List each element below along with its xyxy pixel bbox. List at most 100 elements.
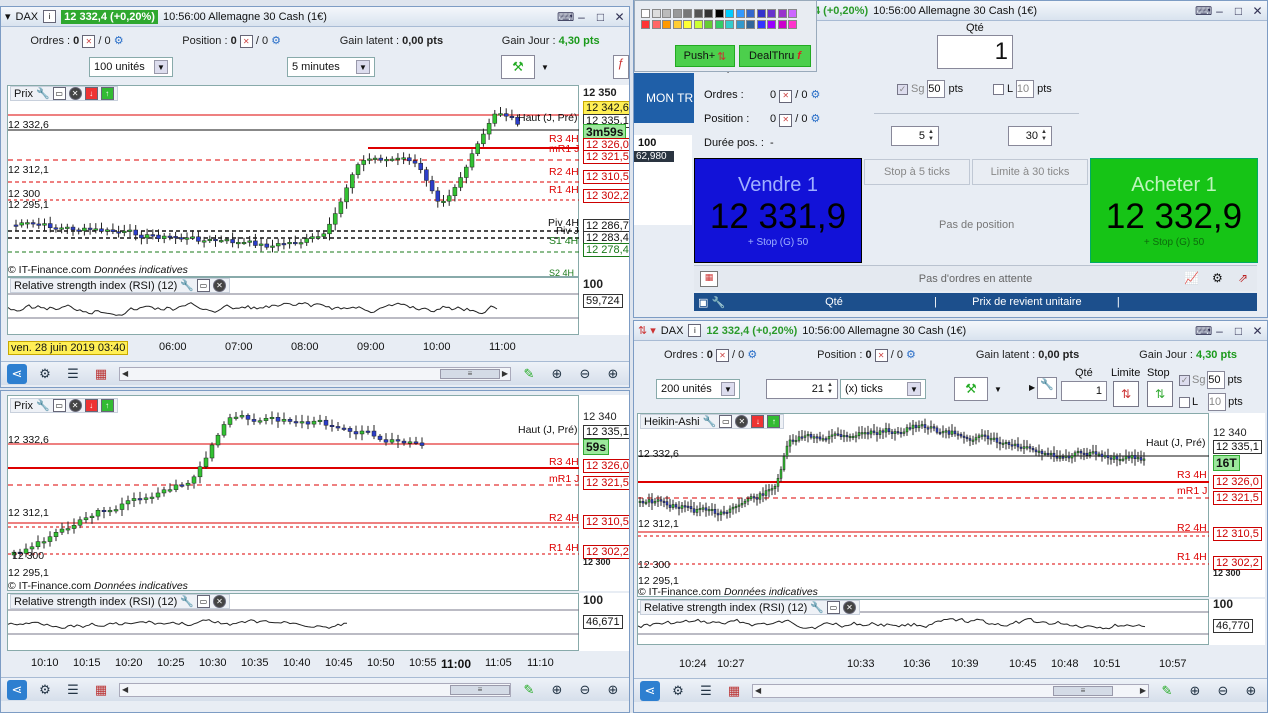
color-swatch[interactable] [693,9,703,18]
spinner-icon[interactable]: ▲ ▼ [827,382,833,396]
keyboard-icon[interactable]: ⌨ [1195,324,1212,338]
close-icon[interactable]: ✕ [735,415,749,428]
wrench-icon[interactable]: 🔧 [180,279,194,292]
scroll-left-icon[interactable]: ◀ [120,685,130,694]
color-swatch[interactable] [777,9,787,18]
move-up-icon[interactable]: ↑ [100,399,114,412]
close-icon[interactable]: ✕ [1252,324,1263,338]
side-scroll-icon[interactable]: ƒ [613,55,629,79]
scroll-right-icon[interactable]: ▶ [500,369,510,378]
minimize-icon[interactable]: – [1214,324,1225,338]
info-icon[interactable]: i [688,324,702,337]
chart1-price-scale[interactable]: 12 350 12 342,6 12 335,1 3m59s 12 326,0 … [579,85,629,277]
color-swatch[interactable] [777,20,787,29]
color-swatch[interactable] [756,9,766,18]
window-icon[interactable]: ▭ [52,399,66,412]
color-swatch[interactable] [662,9,671,18]
scroll-left-icon[interactable]: ◀ [753,686,763,695]
wrench-icon[interactable]: 🔧 [810,601,824,614]
close-icon[interactable]: ✕ [212,279,226,292]
scroll-thumb[interactable]: ≡ [450,684,510,695]
stop-ticks-input[interactable]: 5 ▲ ▼ [891,126,939,146]
expand-arrow-icon[interactable]: ▶ [1029,383,1035,392]
scroll-left-icon[interactable]: ◀ [120,369,130,378]
cancel-icon[interactable]: ✕ [239,35,253,49]
sg-input[interactable]: 50 [927,80,946,98]
zoom-out-icon[interactable]: ⊖ [575,680,595,700]
settings-icon[interactable]: ⚙ [271,35,281,47]
units-select[interactable]: 200 unités ▼ [656,379,740,399]
share-icon[interactable]: ⋖ [7,363,27,384]
l-checkbox[interactable] [1179,396,1190,408]
keyboard-icon[interactable]: ⌨ [557,10,574,24]
pencil-icon[interactable]: ✎ [519,364,539,384]
chart1-symbol-menu[interactable]: ▾ [5,10,11,23]
color-swatch[interactable] [735,9,745,18]
move-down-icon[interactable]: ↓ [84,399,98,412]
robot-icon[interactable]: ⚙ [35,364,55,384]
interval-select[interactable]: 5 minutes ▼ [287,57,375,77]
chart-icon[interactable]: 📈 [1184,271,1202,287]
chart2-price-scale[interactable]: 12 340 12 335,1 59s 12 326,0 12 321,5 12… [579,395,629,591]
color-swatch[interactable] [651,20,661,29]
table-icon[interactable]: ▦ [91,680,111,700]
color-swatch[interactable] [704,9,713,18]
scroll-thumb[interactable]: ≡ [440,368,500,379]
qty-input[interactable]: 1 [937,35,1013,69]
sell-button[interactable]: Vendre 1 12 331,9 + Stop (G) 50 [694,158,862,263]
maximize-icon[interactable]: □ [595,10,606,24]
indicator-button[interactable]: ⚒ [954,377,988,401]
sg-input[interactable]: 50 [1207,371,1226,389]
close-icon[interactable]: ✕ [842,601,856,614]
stop-ticks-button[interactable]: Stop à 5 ticks [864,159,970,185]
window-icon[interactable]: ▭ [196,279,210,292]
limit-ticks-button[interactable]: Limite à 30 ticks [972,159,1088,185]
color-swatch[interactable] [788,9,797,18]
color-swatch[interactable] [704,20,713,29]
close-icon[interactable]: ✕ [1252,4,1263,18]
move-down-icon[interactable]: ↓ [751,415,765,428]
cancel-icon[interactable]: ✕ [779,113,793,127]
move-up-icon[interactable]: ↑ [767,415,781,428]
settings-icon[interactable]: ⚙ [114,35,124,47]
list-icon[interactable]: ☰ [63,680,83,700]
horizontal-scrollbar[interactable]: ◀≡▶ [119,682,511,697]
zoom-fit-icon[interactable]: ⊕ [547,364,567,384]
robot-icon[interactable]: ⚙ [668,681,688,701]
chart3-rsi-pane[interactable]: Relative strength index (RSI) (12) 🔧 ▭ ✕ [637,599,1210,645]
color-swatch[interactable] [641,20,650,29]
close-icon[interactable]: ✕ [212,595,226,608]
buy-button[interactable]: Acheter 1 12 332,9 + Stop (G) 50 [1090,158,1258,263]
stop-order-button[interactable]: ⇅ [1147,381,1173,407]
horizontal-scrollbar[interactable]: ◀ ≡▶ [119,366,511,381]
close-icon[interactable]: ✕ [68,399,82,412]
sg-checkbox[interactable]: ✓ [897,83,908,95]
window-icon[interactable]: ▭ [719,415,733,428]
push-plus-button[interactable]: Push+ ⇅ [675,45,735,67]
window-icon[interactable]: ▭ [196,595,210,608]
l-input[interactable]: 10 [1016,80,1035,98]
wrench-icon[interactable]: 🔧 [180,595,194,608]
wrench-icon[interactable]: 🔧 [36,399,50,412]
color-swatch[interactable] [693,20,703,29]
chart1-rsi-pane[interactable]: Relative strength index (RSI) (12) 🔧 ▭ ✕ [7,277,580,335]
window-icon[interactable]: ▭ [826,601,840,614]
color-swatch[interactable] [767,20,776,29]
share-icon[interactable]: ⋖ [7,679,27,700]
wrench-icon[interactable]: 🔧 [36,87,50,100]
mini-qty-input[interactable]: 1 [1061,381,1107,401]
export-icon[interactable]: ⇗ [1238,271,1256,287]
color-swatch[interactable] [756,20,766,29]
units-select[interactable]: 100 unités ▼ [89,57,173,77]
dealthru-button[interactable]: DealThru f [739,45,811,67]
pencil-icon[interactable]: ✎ [1157,681,1177,701]
move-up-icon[interactable]: ↑ [100,87,114,100]
color-swatch[interactable] [651,9,661,18]
color-swatch[interactable] [672,9,682,18]
keyboard-icon[interactable]: ⌨ [1195,4,1212,18]
chart2-price-pane[interactable]: Prix 🔧 ▭ ✕ ↓ ↑ Haut (J, Pré) R3 4H mR1 J… [7,395,580,592]
table-icon[interactable]: ▦ [91,364,111,384]
zoom-out-icon[interactable]: ⊖ [575,364,595,384]
zoom-in-icon[interactable]: ⊕ [603,680,623,700]
move-down-icon[interactable]: ↓ [84,87,98,100]
